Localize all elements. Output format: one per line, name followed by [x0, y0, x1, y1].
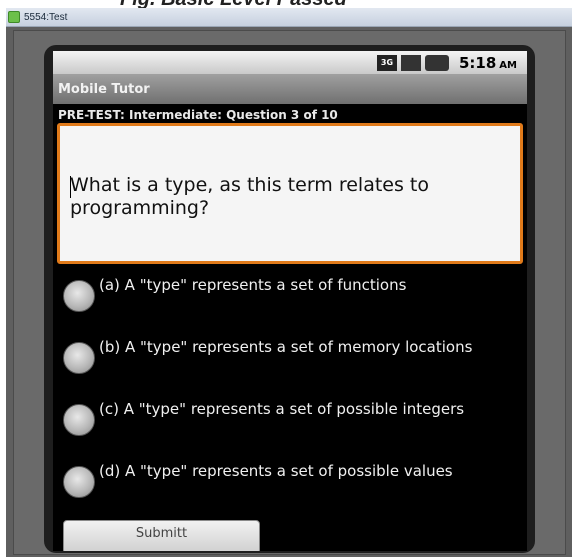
- option-a-label: (a) A "type" represents a set of functio…: [99, 276, 407, 294]
- app-titlebar: Mobile Tutor: [53, 74, 527, 104]
- radio-button-d[interactable]: [63, 466, 95, 498]
- app-title: Mobile Tutor: [58, 81, 150, 97]
- answer-options: (a) A "type" represents a set of functio…: [53, 276, 527, 524]
- device-bezel: 3G 5:18 AM Mobile Tutor PRE-TEST: Interme…: [44, 45, 535, 553]
- question-text-box[interactable]: What is a type, as this term relates to …: [57, 123, 523, 264]
- battery-icon: [424, 54, 449, 71]
- option-b[interactable]: (b) A "type" represents a set of memory …: [53, 338, 527, 400]
- option-d[interactable]: (d) A "type" represents a set of possibl…: [53, 462, 527, 524]
- option-d-label: (d) A "type" represents a set of possibl…: [99, 462, 453, 480]
- emulator-titlebar[interactable]: 5554:Test: [6, 8, 572, 27]
- 3g-icon: 3G: [376, 54, 397, 71]
- status-time: 5:18 AM: [458, 53, 517, 72]
- quiz-header: PRE-TEST: Intermediate: Question 3 of 10: [58, 108, 338, 122]
- signal-icon: [400, 54, 421, 71]
- option-b-label: (b) A "type" represents a set of memory …: [99, 338, 473, 356]
- question-text: What is a type, as this term relates to …: [70, 174, 429, 219]
- submit-button[interactable]: Submitt: [63, 520, 260, 551]
- emulator-window: 5554:Test 3G 5:18 AM Mobile Tutor PRE-TES…: [6, 8, 572, 557]
- option-c-label: (c) A "type" represents a set of possibl…: [99, 400, 465, 418]
- emulator-app-icon: [8, 11, 20, 23]
- radio-button-b[interactable]: [63, 342, 95, 374]
- emulator-frame: 3G 5:18 AM Mobile Tutor PRE-TEST: Interme…: [13, 30, 566, 555]
- radio-button-c[interactable]: [63, 404, 95, 436]
- device-screen: 3G 5:18 AM Mobile Tutor PRE-TEST: Interme…: [53, 51, 527, 551]
- radio-button-a[interactable]: [63, 280, 95, 312]
- status-bar: 3G 5:18 AM: [53, 51, 527, 74]
- option-c[interactable]: (c) A "type" represents a set of possibl…: [53, 400, 527, 462]
- emulator-title: 5554:Test: [24, 11, 68, 23]
- option-a[interactable]: (a) A "type" represents a set of functio…: [53, 276, 527, 338]
